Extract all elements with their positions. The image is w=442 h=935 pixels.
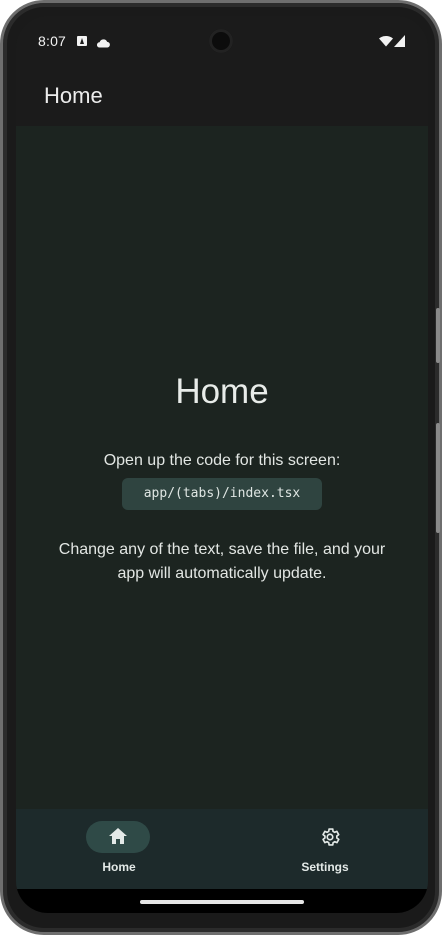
gesture-navigation-bar (16, 889, 428, 913)
cloud-icon (96, 35, 110, 53)
code-path: app/(tabs)/index.tsx (122, 478, 322, 510)
app-bar-title: Home (44, 83, 103, 108)
status-bar: 8:07 (16, 16, 428, 67)
home-icon (108, 827, 128, 850)
tab-home-label: Home (102, 860, 136, 874)
status-time: 8:07 (38, 33, 67, 49)
power-button (436, 308, 440, 363)
main-content: Home Open up the code for this screen: a… (16, 126, 428, 809)
bottom-navigation: Home Settings (16, 809, 428, 889)
screen: 8:07 Home Home Open up the code for this… (16, 16, 428, 913)
wifi-icon (379, 35, 393, 47)
battery-icon (394, 35, 405, 47)
tab-settings-label: Settings (301, 860, 349, 874)
page-title: Home (175, 372, 269, 411)
home-gesture-handle[interactable] (140, 900, 304, 904)
volume-button (436, 423, 440, 533)
app-bar: Home (16, 67, 428, 126)
help-text: Change any of the text, save the file, a… (58, 541, 386, 582)
app-notification-icon (77, 36, 87, 46)
gear-icon (319, 826, 341, 853)
tab-settings[interactable]: Settings (222, 809, 428, 889)
front-camera (209, 29, 233, 53)
status-right-icons (378, 34, 408, 53)
intro-text: Open up the code for this screen: (103, 452, 341, 469)
phone-frame: 8:07 Home Home Open up the code for this… (0, 0, 442, 935)
tab-home[interactable]: Home (16, 809, 222, 889)
